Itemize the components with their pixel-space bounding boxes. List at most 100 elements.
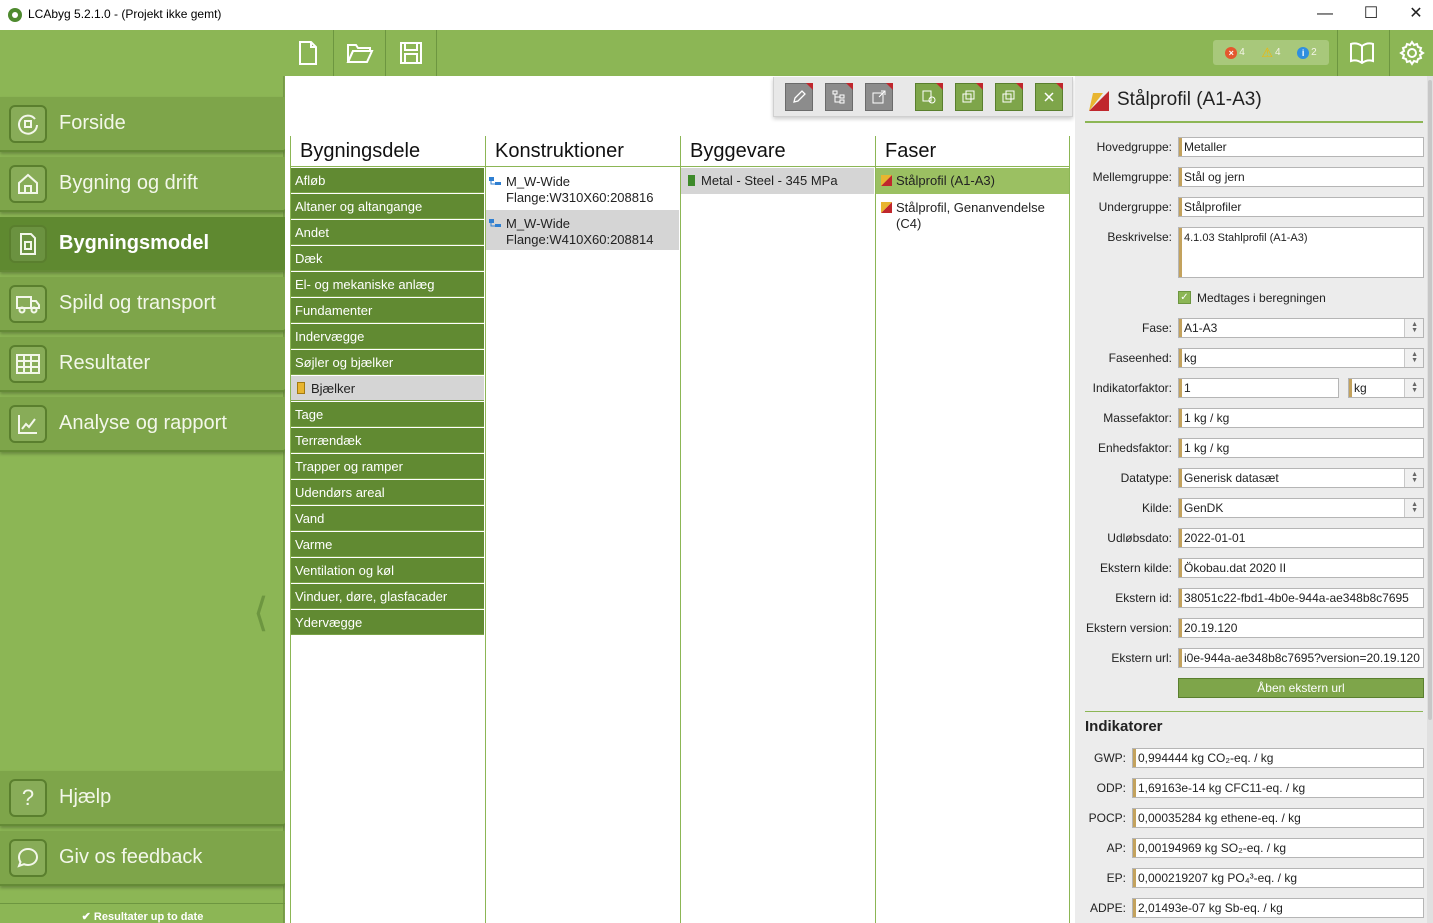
edit-button[interactable] (785, 83, 813, 111)
indikatorfaktor-field[interactable]: 1 (1178, 378, 1339, 398)
bygningsdel-item[interactable]: Altaner og altangange (291, 194, 484, 219)
copy-button[interactable] (955, 83, 983, 111)
bygningsdel-item[interactable]: Terrændæk (291, 428, 484, 453)
ekstern-version-field[interactable]: 20.19.120 (1178, 618, 1424, 638)
ekstern-kilde-field[interactable]: Ökobau.dat 2020 II (1178, 558, 1424, 578)
export-button[interactable] (865, 83, 893, 111)
maximize-button[interactable]: ☐ (1348, 0, 1394, 30)
collapse-sidebar-icon[interactable]: ⟨ (253, 590, 269, 636)
hovedgruppe-field[interactable]: Metaller (1178, 137, 1424, 157)
byggevare-header: Byggevare (690, 140, 786, 162)
bygningsdel-item[interactable]: Andet (291, 220, 484, 245)
app-logo-icon (8, 8, 22, 22)
indicator-value[interactable]: 0,00194969 kg SO₂-eq. / kg (1132, 838, 1424, 858)
nav-analyse-og-rapport[interactable]: Analyse og rapport (0, 397, 285, 452)
open-file-button[interactable] (333, 30, 385, 76)
indicator-value[interactable]: 2,01493e-07 kg Sb-eq. / kg (1132, 898, 1424, 918)
faseenhed-select[interactable]: kg ▲ ▼ (1178, 348, 1424, 368)
enhedsfaktor-label: Enhedsfaktor: (1097, 441, 1172, 455)
medtages-checkbox[interactable]: ✓ (1178, 291, 1191, 304)
bygningsdel-item[interactable]: Søjler og bjælker (291, 350, 484, 375)
faseenhed-label: Faseenhed: (1108, 351, 1172, 365)
nav-forside[interactable]: Forside (0, 97, 285, 152)
nav-resultater[interactable]: Resultater (0, 337, 285, 392)
bygningsdel-item[interactable]: Ydervægge (291, 610, 484, 635)
konstruktion-line1: M_W-Wide (506, 216, 571, 231)
delete-button[interactable] (1035, 83, 1063, 111)
mellemgruppe-field[interactable]: Stål og jern (1178, 167, 1424, 187)
indicator-label: EP: (1106, 871, 1126, 885)
nav-feedback-label: Giv os feedback (59, 846, 203, 868)
massefaktor-field[interactable]: 1 kg / kg (1178, 408, 1424, 428)
settings-button[interactable] (1389, 30, 1433, 76)
byggevare-item-selected[interactable]: Metal - Steel - 345 MPa (681, 168, 874, 194)
indicator-value[interactable]: 0,994444 kg CO₂-eq. / kg (1132, 748, 1424, 768)
speech-bubble-icon (9, 838, 47, 877)
bygningsdel-item[interactable]: Tage (291, 402, 484, 427)
bygningsdel-item[interactable]: El- og mekaniske anlæg (291, 272, 484, 297)
truck-icon (9, 284, 47, 323)
indicator-value[interactable]: 0,00035284 kg ethene-eq. / kg (1132, 808, 1424, 828)
konstruktion-item[interactable]: M_W-Wide Flange:W310X60:208816 (486, 168, 679, 208)
add-phase-button[interactable] (915, 83, 943, 111)
new-file-icon (298, 41, 317, 65)
nav-hjaelp-label: Hjælp (59, 786, 112, 808)
bygningsdel-item[interactable]: Udendørs areal (291, 480, 484, 505)
medtages-label: Medtages i beregningen (1197, 291, 1326, 305)
beskrivelse-textarea[interactable]: 4.1.03 Stahlprofil (A1-A3) (1178, 227, 1424, 278)
ekstern-url-label: Ekstern url: (1111, 651, 1172, 665)
new-file-button[interactable] (281, 30, 333, 76)
faser-header: Faser (885, 140, 937, 162)
close-window-button[interactable]: ✕ (1393, 0, 1433, 30)
duplicate-button[interactable] (995, 83, 1023, 111)
details-scrollbar[interactable] (1427, 76, 1433, 923)
bygningsdel-item[interactable]: Dæk (291, 246, 484, 271)
indikatorfaktor-unit-select[interactable]: kg ▲ ▼ (1348, 378, 1424, 398)
bygningsdel-item-selected[interactable]: Bjælker (291, 376, 484, 401)
status-indicators[interactable]: × 4 ⚠ 4 i2 (1213, 40, 1329, 65)
bygningsdel-item[interactable]: Afløb (291, 168, 484, 193)
bygningsdel-item[interactable]: Varme (291, 532, 484, 557)
table-icon (9, 344, 47, 383)
line-chart-icon (9, 404, 47, 443)
open-external-url-button[interactable]: Åben ekstern url (1178, 678, 1424, 698)
konstruktion-item-selected[interactable]: M_W-Wide Flange:W410X60:208814 (486, 210, 679, 250)
bygningsdel-label: Bjælker (311, 381, 356, 396)
ekstern-id-field[interactable]: 38051c22-fbd1-4b0e-944a-ae348b8c7695 (1178, 588, 1424, 608)
manual-button[interactable] (1337, 30, 1385, 76)
indicator-value[interactable]: 0,000219207 kg PO₄³-eq. / kg (1132, 868, 1424, 888)
nav-bygning-label: Bygning og drift (59, 172, 198, 194)
tree-button[interactable] (825, 83, 853, 111)
bygningsdel-item[interactable]: Ventilation og køl (291, 558, 484, 583)
ekstern-url-field[interactable]: i0e-944a-ae348b8c7695?version=20.19.120 (1178, 648, 1424, 668)
bygningsdel-item[interactable]: Vinduer, døre, glasfacader (291, 584, 484, 609)
bygningsdel-item[interactable]: Vand (291, 506, 484, 531)
title-bar: LCAbyg 5.2.1.0 - (Projekt ikke gemt) — ☐… (0, 0, 1433, 30)
fase-label: Stålprofil (A1-A3) (896, 173, 995, 188)
indicator-label: GWP: (1094, 751, 1126, 765)
indikatorfaktor-label: Indikatorfaktor: (1092, 381, 1172, 395)
indicator-label: ADPE: (1089, 901, 1126, 915)
kilde-select[interactable]: GenDK ▲ ▼ (1178, 498, 1424, 518)
nav-feedback[interactable]: Giv os feedback (0, 831, 285, 886)
bygningsdel-item[interactable]: Trapper og ramper (291, 454, 484, 479)
save-button[interactable] (385, 30, 437, 76)
datatype-select[interactable]: Generisk datasæt ▲ ▼ (1178, 468, 1424, 488)
enhedsfaktor-field[interactable]: 1 kg / kg (1178, 438, 1424, 458)
book-icon (1349, 42, 1374, 64)
minimize-button[interactable]: — (1302, 0, 1348, 30)
indicator-value[interactable]: 1,69163e-14 kg CFC11-eq. / kg (1132, 778, 1424, 798)
undergruppe-field[interactable]: Stålprofiler (1178, 197, 1424, 217)
nav-bygningsmodel[interactable]: Bygningsmodel (0, 217, 285, 272)
duplicate-icon (1002, 90, 1015, 103)
column-byggevare (680, 136, 875, 923)
udlobsdato-field[interactable]: 2022-01-01 (1178, 528, 1424, 548)
nav-hjaelp[interactable]: ? Hjælp (0, 771, 285, 826)
nav-spild-og-transport[interactable]: Spild og transport (0, 277, 285, 332)
fase-select[interactable]: A1-A3 ▲ ▼ (1178, 318, 1424, 338)
beskrivelse-label: Beskrivelse: (1107, 230, 1172, 244)
bygningsdel-item[interactable]: Fundamenter (291, 298, 484, 323)
indicator-label: POCP: (1088, 811, 1126, 825)
bygningsdel-item[interactable]: Indervægge (291, 324, 484, 349)
nav-bygning-og-drift[interactable]: Bygning og drift (0, 157, 285, 212)
